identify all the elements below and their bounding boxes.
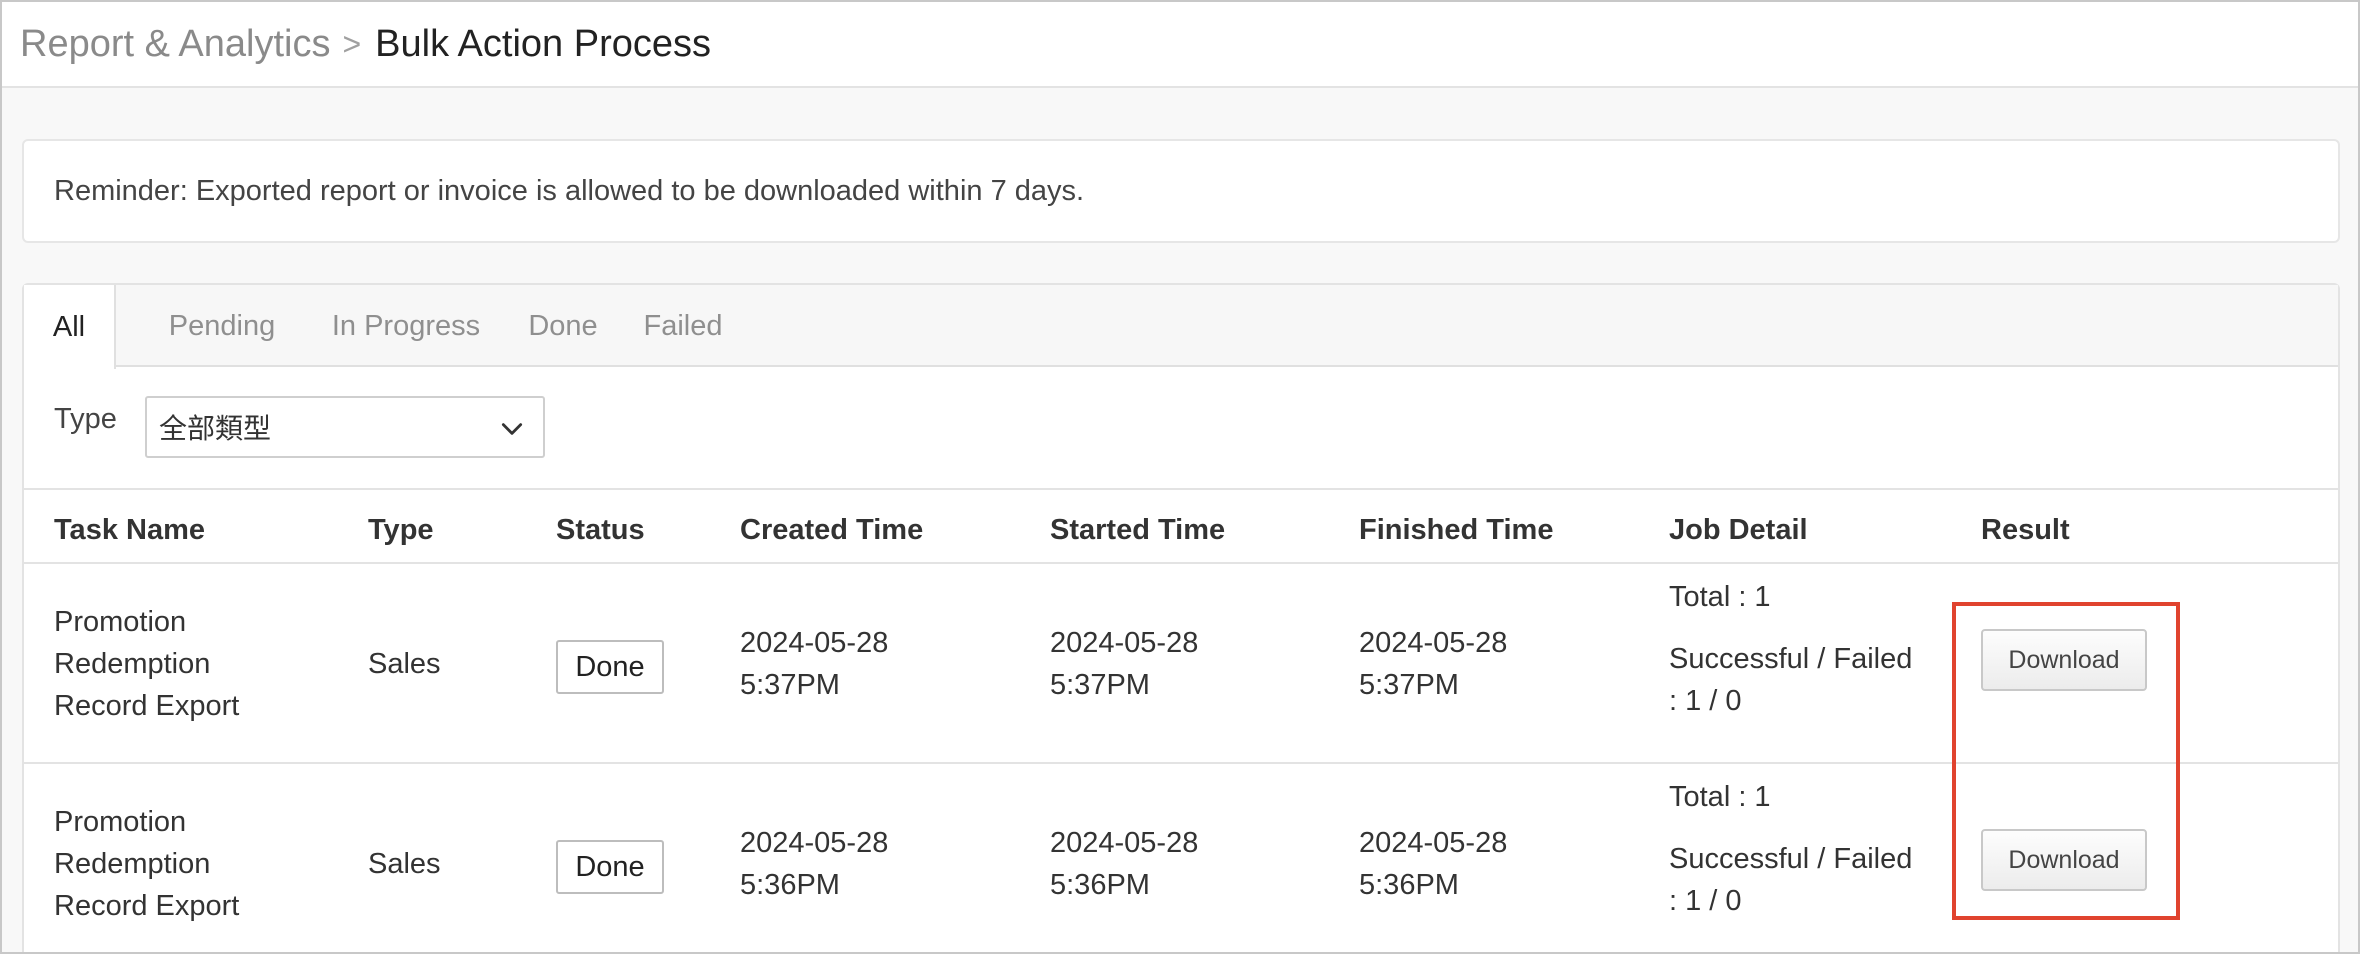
table-row: Promotion Redemption Record Export Sales… bbox=[24, 564, 2338, 764]
tab-done[interactable]: Done bbox=[516, 285, 610, 367]
task-name-line: Promotion bbox=[54, 606, 187, 638]
job-detail-cell: Total : 1 Successful / Failed : 1 / 0 bbox=[1669, 576, 1912, 722]
type-select[interactable]: 全部類型 bbox=[145, 396, 545, 458]
task-name-line: Record Export bbox=[54, 690, 240, 722]
job-result-line: : 1 / 0 bbox=[1669, 885, 1742, 917]
breadcrumb: Report & Analytics > Bulk Action Process bbox=[2, 2, 2358, 88]
bulk-action-page: Report & Analytics > Bulk Action Process… bbox=[0, 0, 2360, 954]
finished-date: 2024-05-28 bbox=[1359, 627, 1508, 659]
job-detail-cell: Total : 1 Successful / Failed : 1 / 0 bbox=[1669, 776, 1912, 922]
started-time: 5:37PM bbox=[1050, 669, 1150, 701]
type-select-value: 全部類型 bbox=[159, 413, 272, 444]
breadcrumb-parent-link[interactable]: Report & Analytics bbox=[20, 23, 330, 66]
header-created-time: Created Time bbox=[740, 514, 924, 546]
created-date: 2024-05-28 bbox=[740, 827, 889, 859]
header-task-name: Task Name bbox=[54, 514, 205, 546]
task-name-line: Redemption bbox=[54, 648, 211, 680]
created-time: 5:37PM bbox=[740, 669, 840, 701]
finished-time-cell: 2024-05-28 5:37PM bbox=[1359, 622, 1507, 706]
finished-date: 2024-05-28 bbox=[1359, 827, 1508, 859]
chevron-down-icon bbox=[501, 423, 523, 435]
finished-time-cell: 2024-05-28 5:36PM bbox=[1359, 822, 1507, 906]
finished-time: 5:36PM bbox=[1359, 869, 1459, 901]
header-type: Type bbox=[368, 514, 434, 546]
task-name-line: Record Export bbox=[54, 890, 240, 922]
tab-all[interactable]: All bbox=[24, 285, 116, 369]
finished-time: 5:37PM bbox=[1359, 669, 1459, 701]
tab-in-progress[interactable]: In Progress bbox=[306, 285, 506, 367]
download-button[interactable]: Download bbox=[1981, 629, 2147, 691]
header-job-detail: Job Detail bbox=[1669, 514, 1808, 546]
task-name-cell: Promotion Redemption Record Export bbox=[54, 801, 239, 927]
task-name-line: Promotion bbox=[54, 806, 187, 838]
reminder-text: Reminder: Exported report or invoice is … bbox=[54, 174, 1085, 207]
status-tabs: All Pending In Progress Done Failed bbox=[24, 285, 2338, 369]
job-result-line: Successful / Failed bbox=[1669, 643, 1913, 675]
bulk-action-panel: All Pending In Progress Done Failed Type… bbox=[22, 283, 2340, 952]
table-row: Promotion Redemption Record Export Sales… bbox=[24, 764, 2338, 952]
created-time-cell: 2024-05-28 5:36PM bbox=[740, 822, 888, 906]
type-cell: Sales bbox=[368, 848, 441, 880]
created-date: 2024-05-28 bbox=[740, 627, 889, 659]
type-filter-label: Type bbox=[54, 403, 117, 435]
reminder-banner: Reminder: Exported report or invoice is … bbox=[22, 139, 2340, 243]
table-header: Task Name Type Status Created Time Start… bbox=[24, 488, 2338, 564]
header-result: Result bbox=[1981, 514, 2070, 546]
tab-failed[interactable]: Failed bbox=[628, 285, 738, 367]
job-result-line: Successful / Failed bbox=[1669, 843, 1913, 875]
job-total: Total : 1 bbox=[1669, 781, 1771, 813]
chevron-right-icon: > bbox=[342, 25, 362, 62]
started-time: 5:36PM bbox=[1050, 869, 1150, 901]
created-time-cell: 2024-05-28 5:37PM bbox=[740, 622, 888, 706]
started-time-cell: 2024-05-28 5:36PM bbox=[1050, 822, 1198, 906]
started-time-cell: 2024-05-28 5:37PM bbox=[1050, 622, 1198, 706]
tab-pending[interactable]: Pending bbox=[146, 285, 298, 367]
status-badge: Done bbox=[556, 840, 664, 894]
job-result-line: : 1 / 0 bbox=[1669, 685, 1742, 717]
header-finished-time: Finished Time bbox=[1359, 514, 1554, 546]
download-button[interactable]: Download bbox=[1981, 829, 2147, 891]
started-date: 2024-05-28 bbox=[1050, 627, 1199, 659]
header-started-time: Started Time bbox=[1050, 514, 1226, 546]
job-total: Total : 1 bbox=[1669, 581, 1771, 613]
page-title: Bulk Action Process bbox=[375, 22, 711, 65]
created-time: 5:36PM bbox=[740, 869, 840, 901]
status-badge: Done bbox=[556, 640, 664, 694]
task-name-line: Redemption bbox=[54, 848, 211, 880]
started-date: 2024-05-28 bbox=[1050, 827, 1199, 859]
task-name-cell: Promotion Redemption Record Export bbox=[54, 601, 239, 727]
type-cell: Sales bbox=[368, 648, 441, 680]
header-status: Status bbox=[556, 514, 645, 546]
